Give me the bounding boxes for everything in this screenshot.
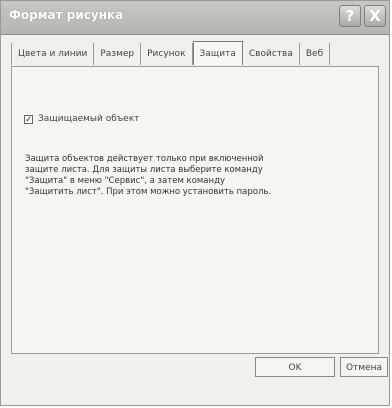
info-line: "Защитить лист". При этом можно установи… [25, 187, 272, 197]
tab-size[interactable]: Размер [94, 43, 142, 65]
info-line: защите листа. Для защиты листа выберите … [25, 165, 263, 175]
tab-protection[interactable]: Защита [192, 41, 243, 65]
tab-strip: Цвета и линии Размер Рисунок Защита Свой… [11, 41, 379, 67]
protected-object-checkbox[interactable]: ✓ [24, 114, 33, 124]
title-bar[interactable]: Формат рисунка ? X [1, 1, 389, 35]
tab-colors-lines[interactable]: Цвета и линии [11, 43, 95, 65]
protected-object-option[interactable]: ✓ Защищаемый объект [24, 114, 139, 124]
tab-properties[interactable]: Свойства [243, 43, 300, 65]
help-button[interactable]: ? [339, 5, 361, 27]
dialog-title: Формат рисунка [9, 8, 124, 22]
tab-picture[interactable]: Рисунок [141, 43, 193, 65]
tab-web[interactable]: Веб [300, 43, 331, 65]
close-button[interactable]: X [364, 5, 386, 27]
protected-object-label[interactable]: Защищаемый объект [38, 114, 139, 124]
cancel-button[interactable]: Отмена [340, 357, 388, 377]
ok-button[interactable]: OK [255, 357, 335, 377]
protection-panel: ✓ Защищаемый объект Защита объектов дейс… [11, 66, 379, 354]
protection-info-text: Защита объектов действует только при вкл… [25, 154, 325, 198]
info-line: "Защита" в меню "Сервис", а затем команд… [25, 176, 225, 186]
info-line: Защита объектов действует только при вкл… [25, 154, 264, 164]
format-picture-dialog: Формат рисунка ? X Цвета и линии Размер … [0, 0, 390, 406]
